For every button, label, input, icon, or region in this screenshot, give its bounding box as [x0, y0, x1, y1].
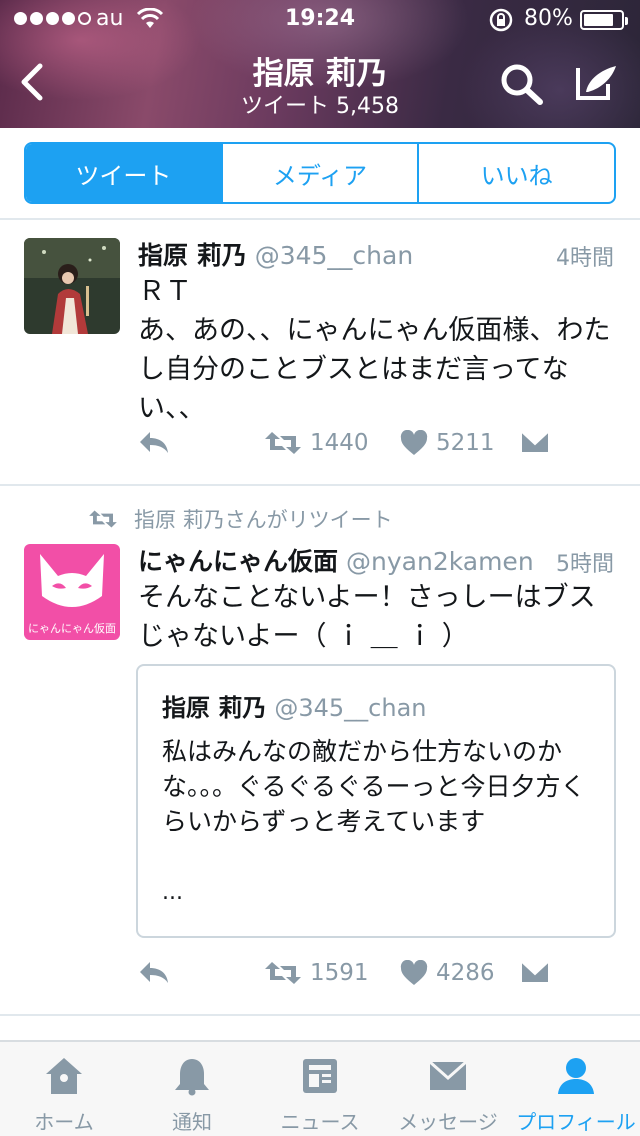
avatar[interactable] [24, 238, 120, 334]
battery-percent: 80% [524, 6, 573, 31]
tweet-actions: 1440 5211 [138, 430, 618, 462]
profile-segmented-control: ツイート メディア いいね [24, 142, 616, 204]
tab-likes[interactable]: いいね [417, 144, 614, 202]
retweet-button[interactable]: 1591 [264, 960, 369, 986]
avatar-logo-text: にゃんにゃん仮面 [28, 622, 116, 635]
tab-news[interactable]: ニュース [256, 1042, 384, 1136]
tweet-text: ＲＴ あ、あの、、にゃんにゃん仮面様、わたし自分のことブスとはまだ言ってない、、 [138, 276, 611, 424]
tab-tweets[interactable]: ツイート [26, 144, 221, 202]
retweet-count: 1440 [310, 430, 369, 456]
reply-button[interactable] [138, 960, 170, 984]
avatar[interactable]: にゃんにゃん仮面 [24, 544, 120, 640]
home-icon [46, 1058, 82, 1094]
bell-icon [175, 1059, 209, 1096]
profile-header: au 19:24 80% 指原 莉乃 ツイート 5,458 [0, 0, 640, 128]
retweet-count: 1591 [310, 960, 369, 986]
user-handle[interactable]: @345__chan [255, 241, 413, 270]
tab-notifications[interactable]: 通知 [128, 1042, 256, 1136]
quoted-tweet-ellipsis: ... [162, 880, 183, 905]
retweet-icon [265, 962, 301, 984]
battery-icon [580, 10, 628, 30]
compose-tweet-icon[interactable] [574, 62, 620, 104]
user-name[interactable]: にゃんにゃん仮面 [138, 547, 338, 576]
like-button[interactable]: 5211 [400, 430, 495, 456]
reply-button[interactable] [138, 430, 170, 454]
quoted-tweet[interactable]: 指原 莉乃 @345__chan 私はみんなの敵だから仕方ないのかな。。。ぐるぐる… [136, 664, 616, 938]
retweet-icon [89, 510, 117, 528]
reply-icon [140, 432, 168, 453]
person-icon [558, 1058, 594, 1094]
tweet-time: 4時間 [556, 246, 614, 271]
tab-profile[interactable]: プロフィール [512, 1042, 640, 1136]
like-count: 4286 [436, 960, 495, 986]
heart-icon [400, 430, 428, 455]
envelope-icon [520, 430, 550, 454]
direct-message-button[interactable] [520, 960, 550, 984]
tab-home[interactable]: ホーム [0, 1042, 128, 1136]
like-count: 5211 [436, 430, 495, 456]
quoted-user-name: 指原 莉乃 [162, 694, 267, 722]
retweet-banner: 指原 莉乃さんがリツイート [88, 504, 393, 534]
bottom-tab-bar: ホーム 通知 ニュース メッセージ プロフィール [0, 1040, 640, 1136]
tweet-actions: 1591 4286 [138, 960, 618, 992]
direct-message-button[interactable] [520, 430, 550, 454]
user-name[interactable]: 指原 莉乃 [138, 241, 247, 270]
like-button[interactable]: 4286 [400, 960, 495, 986]
divider [0, 1014, 640, 1016]
retweet-icon [265, 432, 301, 454]
quoted-tweet-text: 私はみんなの敵だから仕方ないのかな。。。ぐるぐるぐるーっと今日夕方くらいからずっ… [162, 737, 586, 836]
heart-icon [400, 960, 428, 985]
tweet-text: そんなことないよー！さっしーはブスじゃないよー（ ｉ ＿ ｉ ） [138, 582, 596, 652]
user-handle[interactable]: @nyan2kamen [346, 547, 534, 576]
quoted-user-handle: @345__chan [274, 694, 427, 722]
reply-icon [140, 962, 168, 983]
search-icon[interactable] [498, 62, 546, 106]
tab-messages[interactable]: メッセージ [384, 1042, 512, 1136]
status-bar: au 19:24 80% [0, 0, 640, 40]
divider [0, 218, 640, 220]
envelope-icon [520, 960, 550, 984]
divider [0, 484, 640, 486]
tab-media[interactable]: メディア [220, 144, 418, 202]
retweet-button[interactable]: 1440 [264, 430, 369, 456]
tweet-time: 5時間 [556, 552, 614, 577]
envelope-icon [429, 1060, 467, 1090]
rotation-lock-icon [489, 8, 513, 32]
news-icon [303, 1059, 337, 1093]
